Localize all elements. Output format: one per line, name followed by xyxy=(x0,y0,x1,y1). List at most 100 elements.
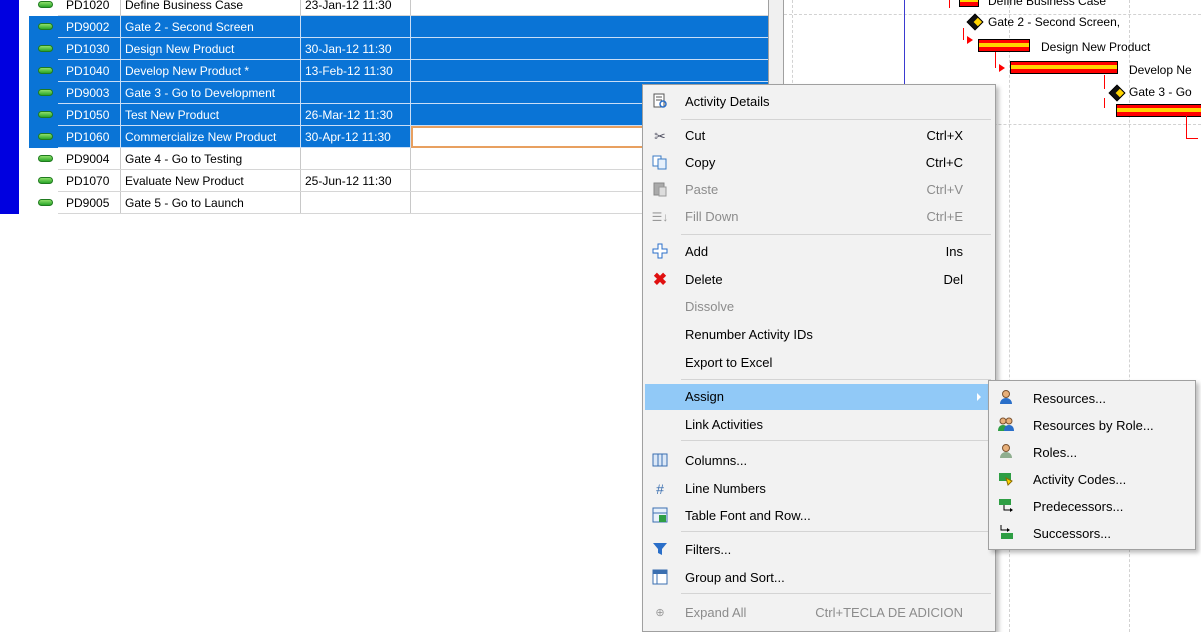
activity-id-cell[interactable]: PD9004 xyxy=(62,148,121,170)
activity-date-cell[interactable]: 30-Apr-12 11:30 xyxy=(301,126,411,148)
row-indent xyxy=(19,192,29,214)
menu-label: Filters... xyxy=(685,542,732,557)
table-row[interactable]: PD1030 Design New Product 30-Jan-12 11:30 xyxy=(0,38,768,60)
fill-down-icon: ☰↓ xyxy=(651,210,669,224)
activity-status-icon xyxy=(38,133,53,140)
copy-icon xyxy=(651,154,669,172)
menu-shortcut: Ctrl+TECLA DE ADICION xyxy=(815,605,963,620)
gantt-bar-design[interactable] xyxy=(978,39,1030,52)
activity-date-cell[interactable]: 30-Jan-12 11:30 xyxy=(301,38,411,60)
columns-icon xyxy=(651,452,669,470)
menu-item-activity-details[interactable]: Activity Details xyxy=(645,89,993,115)
activity-extra-cell[interactable] xyxy=(411,38,768,60)
submenu-item-successors[interactable]: Successors... xyxy=(991,520,1195,547)
activity-date-cell[interactable] xyxy=(301,82,411,104)
successors-icon xyxy=(997,524,1015,542)
menu-item-paste[interactable]: Paste Ctrl+V xyxy=(645,177,993,203)
activity-date-cell[interactable] xyxy=(301,192,411,214)
activity-name-cell[interactable]: Gate 4 - Go to Testing xyxy=(121,148,301,170)
menu-item-table-font[interactable]: Table Font and Row... xyxy=(645,503,993,529)
activity-date-cell[interactable]: 25-Jun-12 11:30 xyxy=(301,170,411,192)
add-icon xyxy=(651,243,669,261)
menu-item-line-numbers[interactable]: # Line Numbers xyxy=(645,476,993,502)
row-marker xyxy=(0,16,19,38)
menu-item-dissolve[interactable]: Dissolve xyxy=(645,294,993,320)
activity-id-cell[interactable]: PD1030 xyxy=(62,38,121,60)
menu-separator xyxy=(681,234,991,235)
activity-name-cell[interactable]: Define Business Case xyxy=(121,0,301,16)
table-row[interactable]: PD1020 Define Business Case 23-Jan-12 11:3… xyxy=(0,0,768,16)
menu-item-add[interactable]: Add Ins xyxy=(645,239,993,265)
activity-id-cell[interactable]: PD9005 xyxy=(62,192,121,214)
activity-status-icon xyxy=(38,1,53,8)
menu-item-link-activities[interactable]: Link Activities xyxy=(645,412,993,438)
menu-item-group-sort[interactable]: Group and Sort... xyxy=(645,565,993,591)
menu-shortcut: Del xyxy=(943,272,963,287)
menu-item-copy[interactable]: Copy Ctrl+C xyxy=(645,150,993,176)
submenu-item-predecessors[interactable]: Predecessors... xyxy=(991,493,1195,520)
submenu-item-activity-codes[interactable]: Activity Codes... xyxy=(991,466,1195,493)
table-row[interactable]: PD9002 Gate 2 - Second Screen xyxy=(0,16,768,38)
activity-status-icon xyxy=(38,199,53,206)
resources-by-role-icon xyxy=(997,416,1015,434)
activity-extra-cell[interactable] xyxy=(411,16,768,38)
row-indent xyxy=(19,38,29,60)
activity-id-cell[interactable]: PD1070 xyxy=(62,170,121,192)
paste-icon xyxy=(651,181,669,199)
activity-extra-cell[interactable] xyxy=(411,60,768,82)
activity-date-cell[interactable]: 13-Feb-12 11:30 xyxy=(301,60,411,82)
gantt-bar-define[interactable] xyxy=(959,0,979,7)
row-indent xyxy=(19,148,29,170)
activity-name-cell[interactable]: Gate 2 - Second Screen xyxy=(121,16,301,38)
menu-label: Line Numbers xyxy=(685,481,766,496)
submenu-item-resources-by-role[interactable]: Resources by Role... xyxy=(991,412,1195,439)
menu-shortcut: Ctrl+E xyxy=(926,209,963,224)
gantt-bar-develop[interactable] xyxy=(1010,61,1118,74)
menu-item-assign[interactable]: Assign xyxy=(645,384,993,410)
activity-id-cell[interactable]: PD1020 xyxy=(62,0,121,16)
activity-date-cell[interactable]: 26-Mar-12 11:30 xyxy=(301,104,411,126)
relationship-line xyxy=(963,28,964,40)
activity-date-cell[interactable]: 23-Jan-12 11:30 xyxy=(301,0,411,16)
table-row[interactable]: PD1040 Develop New Product * 13-Feb-12 11:… xyxy=(0,60,768,82)
menu-label: Resources by Role... xyxy=(1033,418,1154,433)
menu-item-filters[interactable]: Filters... xyxy=(645,537,993,563)
relationship-line xyxy=(995,52,996,68)
activity-name-cell[interactable]: Test New Product xyxy=(121,104,301,126)
menu-label: Paste xyxy=(685,182,719,197)
menu-item-expand-all[interactable]: ⊕ Expand All Ctrl+TECLA DE ADICION xyxy=(645,600,993,626)
gantt-milestone-gate2[interactable] xyxy=(966,13,984,31)
activity-date-cell[interactable] xyxy=(301,148,411,170)
activity-name-cell[interactable]: Commercialize New Product xyxy=(121,126,301,148)
gantt-bar-test[interactable] xyxy=(1116,104,1201,117)
menu-item-delete[interactable]: ✖ Delete Del xyxy=(645,267,993,293)
activity-name-cell[interactable]: Gate 3 - Go to Development xyxy=(121,82,301,104)
assign-submenu: Resources... Resources by Role... Roles.… xyxy=(988,380,1196,550)
activity-name-cell[interactable]: Evaluate New Product xyxy=(121,170,301,192)
menu-label: Cut xyxy=(685,128,706,143)
activity-name-cell[interactable]: Gate 5 - Go to Launch xyxy=(121,192,301,214)
activity-id-cell[interactable]: PD1060 xyxy=(62,126,121,148)
menu-item-cut[interactable]: ✂ Cut Ctrl+X xyxy=(645,123,993,149)
activity-id-cell[interactable]: PD1040 xyxy=(62,60,121,82)
menu-label: Activity Codes... xyxy=(1033,472,1127,487)
submenu-item-roles[interactable]: Roles... xyxy=(991,439,1195,466)
menu-item-columns[interactable]: Columns... xyxy=(645,448,993,474)
activity-id-cell[interactable]: PD1050 xyxy=(62,104,121,126)
activity-extra-cell[interactable] xyxy=(411,0,768,16)
menu-label: Expand All xyxy=(685,605,747,620)
menu-item-export-excel[interactable]: Export to Excel xyxy=(645,350,993,376)
context-menu: Activity Details ✂ Cut Ctrl+X Copy Ctrl+… xyxy=(642,84,996,632)
activity-id-cell[interactable]: PD9002 xyxy=(62,16,121,38)
gantt-milestone-gate3[interactable] xyxy=(1108,84,1126,102)
submenu-item-resources[interactable]: Resources... xyxy=(991,385,1195,412)
activity-status-icon xyxy=(38,177,53,184)
relationship-arrow xyxy=(967,36,973,44)
activity-name-cell[interactable]: Design New Product xyxy=(121,38,301,60)
activity-name-cell[interactable]: Develop New Product * xyxy=(121,60,301,82)
menu-item-fill-down[interactable]: ☰↓ Fill Down Ctrl+E xyxy=(645,204,993,230)
activity-date-cell[interactable] xyxy=(301,16,411,38)
menu-label: Assign xyxy=(685,389,725,404)
activity-id-cell[interactable]: PD9003 xyxy=(62,82,121,104)
menu-item-renumber[interactable]: Renumber Activity IDs xyxy=(645,322,993,348)
